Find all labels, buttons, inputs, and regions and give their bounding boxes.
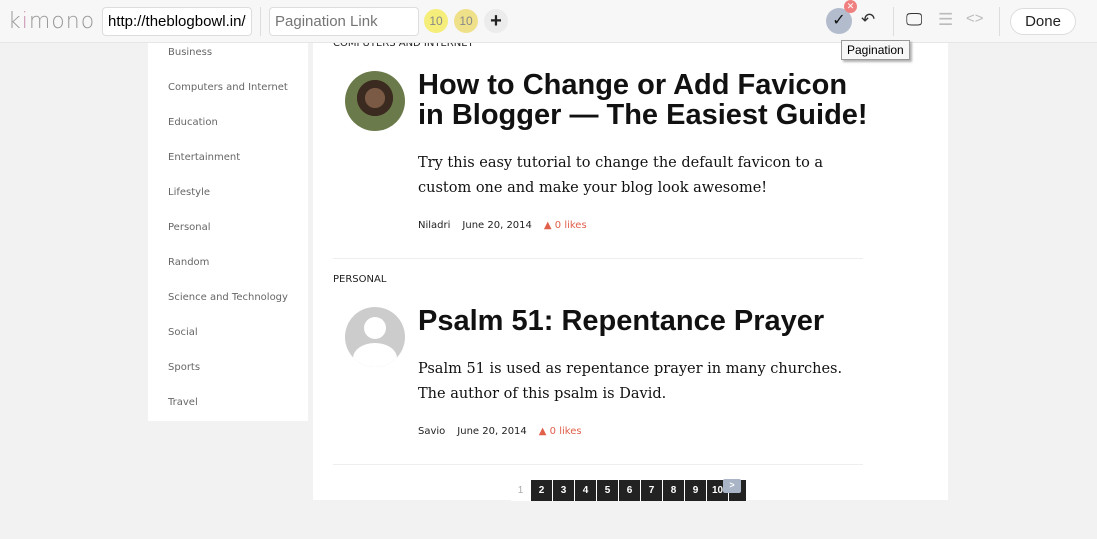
sidebar-item[interactable]: Science and Technology (168, 292, 288, 303)
post-date: June 20, 2014 (457, 426, 527, 437)
divider (260, 7, 261, 36)
author-avatar (345, 71, 405, 131)
post-author[interactable]: Niladri (418, 220, 450, 231)
divider (893, 7, 894, 36)
divider (333, 258, 863, 259)
post-title[interactable]: Psalm 51: Repentance Prayer (418, 306, 824, 336)
sidebar-item[interactable]: Lifestyle (168, 187, 210, 198)
post-list: COMPUTERS AND INTERNET How to Change or … (313, 38, 948, 501)
title-line: How to Change or Add Favicon (418, 69, 848, 101)
post-meta: Niladri June 20, 2014 ▲ 0 likes (418, 220, 599, 231)
done-button[interactable]: Done (1010, 8, 1076, 35)
undo-icon[interactable]: ↶ (861, 10, 875, 30)
page-link[interactable]: 3 (553, 480, 575, 501)
post-meta: Savio June 20, 2014 ▲ 0 likes (418, 426, 594, 437)
count-badge-2[interactable]: 10 (454, 9, 478, 33)
post-date: June 20, 2014 (462, 220, 532, 231)
sidebar-item[interactable]: Business (168, 47, 212, 58)
page-link[interactable]: 9 (685, 480, 707, 501)
sidebar-item[interactable]: Education (168, 117, 218, 128)
post-excerpt: Try this easy tutorial to change the def… (418, 155, 824, 196)
desktop-icon[interactable]: 🖵 (906, 10, 922, 30)
title-line: in Blogger — The Easiest Guide! (418, 99, 868, 131)
next-page-link[interactable]: > (723, 479, 747, 501)
post-likes[interactable]: ▲ 0 likes (544, 220, 587, 231)
page-link[interactable]: 2 (531, 480, 553, 501)
page-link[interactable]: 4 (575, 480, 597, 501)
kimono-logo: kimono (8, 9, 96, 34)
divider (333, 464, 863, 465)
sidebar-item[interactable]: Personal (168, 222, 211, 233)
tooltip: Pagination (841, 40, 910, 60)
sidebar-item[interactable]: Travel (168, 397, 198, 408)
pagination-link-input[interactable] (269, 7, 419, 36)
page-link[interactable]: 6 (619, 480, 641, 501)
sidebar-item[interactable]: Computers and Internet (168, 82, 288, 93)
default-avatar (345, 307, 405, 367)
divider (999, 7, 1000, 36)
sidebar-item[interactable]: Entertainment (168, 152, 240, 163)
sidebar: Business Computers and Internet Educatio… (148, 43, 308, 421)
sidebar-item[interactable]: Sports (168, 362, 200, 373)
page-current: 1 (511, 480, 531, 501)
pagination: 1 2 3 4 5 6 7 8 9 10 > (511, 479, 747, 501)
page-link[interactable]: 7 (641, 480, 663, 501)
page-link[interactable]: 8 (663, 480, 685, 501)
post-likes[interactable]: ▲ 0 likes (539, 426, 582, 437)
toolbar: kimono 10 10 + ✓ ✕ ↶ 🖵 ☰ <> Done (0, 0, 1097, 43)
page-link[interactable]: 5 (597, 480, 619, 501)
sidebar-item[interactable]: Random (168, 257, 209, 268)
add-property-button[interactable]: + (484, 9, 508, 33)
post-excerpt: Psalm 51 is used as repentance prayer in… (418, 361, 843, 402)
next-marker[interactable]: > (723, 479, 741, 493)
list-icon[interactable]: ☰ (938, 10, 953, 30)
sidebar-item[interactable]: Social (168, 327, 198, 338)
close-icon[interactable]: ✕ (844, 0, 857, 13)
url-field[interactable] (102, 7, 252, 36)
post-author[interactable]: Savio (418, 426, 445, 437)
post-category[interactable]: PERSONAL (333, 274, 386, 285)
count-badge-1[interactable]: 10 (424, 9, 448, 33)
post-title[interactable]: How to Change or Add Favicon in Blogger —… (418, 70, 868, 130)
code-icon[interactable]: <> (966, 10, 984, 27)
